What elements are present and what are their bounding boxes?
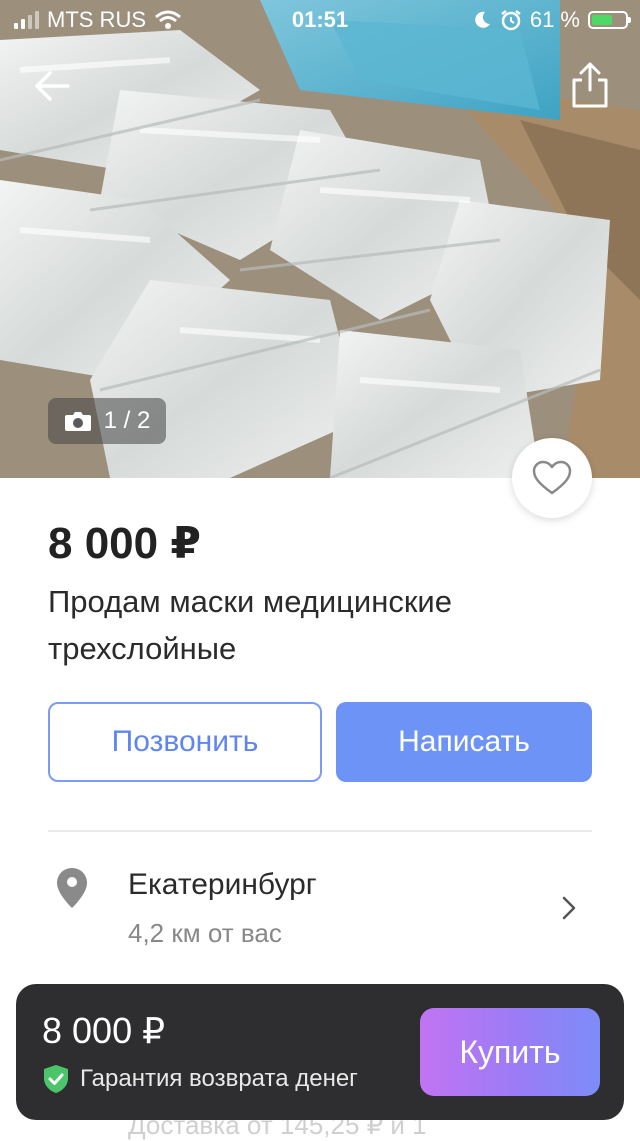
listing-price: 8 000 ₽ (48, 519, 201, 568)
buy-bar-price: 8 000 ₽ (42, 1010, 165, 1051)
photo-counter: 1 / 2 (48, 398, 166, 444)
buy-button[interactable]: Купить (420, 1008, 600, 1096)
status-bar: MTS RUS 01:51 61 % (0, 0, 640, 40)
listing-title: Продам маски медицинские трехслойные (48, 584, 452, 666)
divider (48, 830, 592, 832)
favorite-button[interactable] (512, 438, 592, 518)
heart-icon (532, 460, 572, 495)
buy-bar: 8 000 ₽ Гарантия возврата денег Купить (16, 984, 624, 1120)
chevron-right-icon[interactable] (558, 894, 580, 922)
location-pin-icon (57, 868, 87, 908)
money-back-guarantee[interactable]: Гарантия возврата денег (42, 1064, 358, 1094)
arrow-left-icon[interactable] (28, 62, 76, 110)
location-city[interactable]: Екатеринбург (128, 868, 317, 902)
alarm-icon (501, 10, 521, 31)
share-icon[interactable] (568, 60, 612, 112)
shield-check-icon (44, 1065, 68, 1093)
battery-percent: 61 % (529, 7, 580, 32)
status-right: 61 % (472, 7, 631, 33)
guarantee-text: Гарантия возврата денег (80, 1065, 358, 1092)
camera-icon (64, 412, 91, 431)
location-distance: 4,2 км от вас (128, 918, 282, 948)
battery-icon (588, 11, 631, 29)
call-button[interactable]: Позвонить (48, 702, 322, 782)
battery-fill (592, 15, 612, 25)
message-button[interactable]: Написать (336, 702, 592, 782)
photo-counter-text: 1 / 2 (103, 407, 151, 434)
moon-icon (475, 11, 490, 28)
